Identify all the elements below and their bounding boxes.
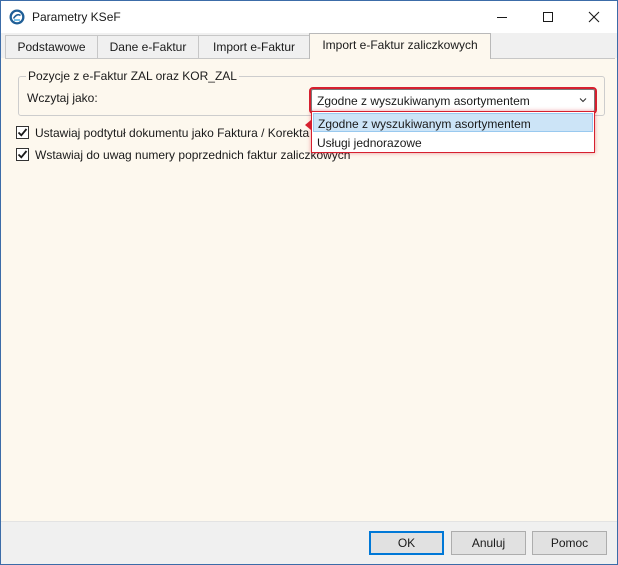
checkmark-icon xyxy=(17,128,28,137)
title-bar[interactable]: Parametry KSeF xyxy=(1,1,617,33)
dropdown-option-zgodne[interactable]: Zgodne z wyszukiwanym asortymentem xyxy=(313,113,593,132)
combo-selected-value: Zgodne z wyszukiwanym asortymentem xyxy=(317,94,530,108)
tab-import-e-faktur-zaliczkowych[interactable]: Import e-Faktur zaliczkowych xyxy=(309,33,491,59)
minimize-button[interactable] xyxy=(479,1,525,33)
dialog-window: Parametry KSeF Podstawowe Dane e-Faktur … xyxy=(0,0,618,565)
window-title: Parametry KSeF xyxy=(32,10,121,24)
checkbox-label-uwagi: Wstawiaj do uwag numery poprzednich fakt… xyxy=(35,148,351,162)
button-bar: OK Anuluj Pomoc xyxy=(1,521,617,564)
tab-import-e-faktur[interactable]: Import e-Faktur xyxy=(198,35,310,58)
ksef-app-icon xyxy=(9,9,25,25)
checkmark-icon xyxy=(17,150,28,159)
checkbox-podtytul[interactable] xyxy=(16,126,29,139)
maximize-button[interactable] xyxy=(525,1,571,33)
load-as-combobox[interactable]: Zgodne z wyszukiwanym asortymentem xyxy=(309,87,597,114)
callout-pointer xyxy=(305,120,311,130)
help-button[interactable]: Pomoc xyxy=(532,531,607,555)
tab-dane-e-faktur[interactable]: Dane e-Faktur xyxy=(97,35,199,58)
checkbox-uwagi[interactable] xyxy=(16,148,29,161)
load-as-label: Wczytaj jako: xyxy=(27,91,98,105)
chevron-down-icon[interactable] xyxy=(579,97,587,103)
cancel-button[interactable]: Anuluj xyxy=(451,531,526,555)
group-legend: Pozycje z e-Faktur ZAL oraz KOR_ZAL xyxy=(26,69,239,83)
maximize-icon xyxy=(543,12,553,22)
close-icon xyxy=(588,11,600,23)
load-as-dropdown-list: Zgodne z wyszukiwanym asortymentem Usług… xyxy=(311,111,595,153)
close-button[interactable] xyxy=(571,1,617,33)
minimize-icon xyxy=(497,17,507,18)
tab-content: Pozycje z e-Faktur ZAL oraz KOR_ZAL Wczy… xyxy=(6,59,612,521)
ok-button[interactable]: OK xyxy=(369,531,444,555)
tab-podstawowe[interactable]: Podstawowe xyxy=(5,35,98,58)
tab-strip: Podstawowe Dane e-Faktur Import e-Faktur… xyxy=(1,33,617,59)
dropdown-option-uslugi[interactable]: Usługi jednorazowe xyxy=(313,133,593,152)
